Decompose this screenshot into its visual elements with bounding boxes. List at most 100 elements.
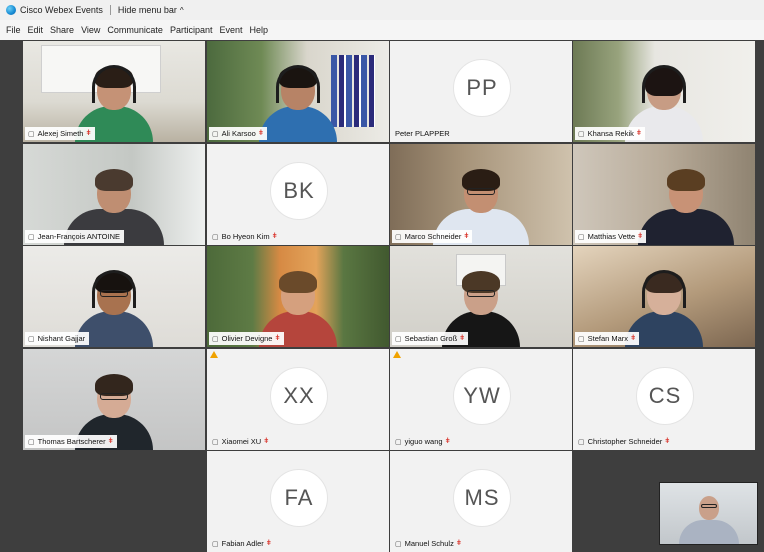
camera-icon: ▢ xyxy=(212,438,219,446)
participant-name: Matthias Vette xyxy=(587,232,636,241)
camera-icon: ▢ xyxy=(578,335,585,343)
camera-icon: ▢ xyxy=(578,438,585,446)
menu-communicate[interactable]: Communicate xyxy=(103,25,166,35)
initials-avatar: MS xyxy=(453,469,511,527)
participant-tile-yiguo-wang[interactable]: YW ▢ yiguo wang ǂ xyxy=(390,349,572,450)
warning-icon xyxy=(210,351,218,358)
app-title: Cisco Webex Events xyxy=(20,5,103,15)
mic-muted-icon: ǂ xyxy=(460,335,465,342)
camera-icon: ▢ xyxy=(212,130,219,138)
participant-tile-manuel-schulz[interactable]: MS ▢ Manuel Schulz ǂ xyxy=(390,451,572,552)
video-grid-stage: ▢ Alexej Simeth ǂ ▢ Ali Karsoo ǂ PP Pete… xyxy=(0,40,764,552)
participant-name: Stefan Marx xyxy=(587,334,629,343)
participant-name: Peter PLAPPER xyxy=(395,129,450,138)
name-label: ▢ Thomas Bartscherer ǂ xyxy=(25,435,117,448)
participant-name: Alexej Simeth xyxy=(37,129,84,138)
participant-name: Thomas Bartscherer xyxy=(37,437,106,446)
mic-muted-icon: ǂ xyxy=(258,130,263,137)
participant-tile-fabian-adler[interactable]: FA ▢ Fabian Adler ǂ xyxy=(207,451,389,552)
warning-icon xyxy=(393,351,401,358)
mic-muted-icon: ǂ xyxy=(456,540,461,547)
participant-tile-matthias-vette[interactable]: ▢ Matthias Vette ǂ xyxy=(573,144,755,245)
participant-tile-christopher-schneider[interactable]: CS ▢ Christopher Schneider ǂ xyxy=(573,349,755,450)
participant-name: Olivier Devigne xyxy=(221,334,273,343)
mic-muted-icon: ǂ xyxy=(86,130,91,137)
name-label: ▢ Jean-François ANTOINE xyxy=(25,230,125,243)
name-label: ▢ Olivier Devigne ǂ xyxy=(209,332,284,345)
name-label: Peter PLAPPER xyxy=(392,127,454,140)
name-label: ▢ Alexej Simeth ǂ xyxy=(25,127,95,140)
hide-menu-bar-label: Hide menu bar xyxy=(117,5,177,15)
participant-name: Ali Karsoo xyxy=(221,129,256,138)
camera-icon: ▢ xyxy=(212,335,219,343)
camera-icon: ▢ xyxy=(578,130,585,138)
participant-tile-sebastian-gross[interactable]: ▢ Sebastian Groß ǂ xyxy=(390,246,572,347)
participant-name: Khansa Rekik xyxy=(587,129,634,138)
participant-tile-bo-hyeon-kim[interactable]: BK ▢ Bo Hyeon Kim ǂ xyxy=(207,144,389,245)
hide-menu-bar-button[interactable]: Hide menu bar ^ xyxy=(118,5,184,15)
webex-logo-icon xyxy=(6,5,16,15)
mic-muted-icon: ǂ xyxy=(665,438,670,445)
caret-up-icon: ^ xyxy=(179,5,184,15)
menu-file[interactable]: File xyxy=(0,25,24,35)
participant-tile-marco-schneider[interactable]: ▢ Marco Schneider ǂ xyxy=(390,144,572,245)
name-label: ▢ Sebastian Groß ǂ xyxy=(392,332,469,345)
camera-icon: ▢ xyxy=(578,233,585,241)
initials-avatar: XX xyxy=(270,367,328,425)
participant-tile-ali-karsoo[interactable]: ▢ Ali Karsoo ǂ xyxy=(207,41,389,142)
mic-muted-icon: ǂ xyxy=(636,130,641,137)
participant-name: Bo Hyeon Kim xyxy=(221,232,270,241)
participant-name: Nishant Gajjar xyxy=(37,334,86,343)
menu-help[interactable]: Help xyxy=(246,25,272,35)
menu-participant[interactable]: Participant xyxy=(166,25,216,35)
name-label: ▢ Manuel Schulz ǂ xyxy=(392,537,465,550)
initials-avatar: CS xyxy=(636,367,694,425)
name-label: ▢ Fabian Adler ǂ xyxy=(209,537,275,550)
participant-tile-nishant-gajjar[interactable]: ▢ Nishant Gajjar xyxy=(23,246,205,347)
participant-tile-jean-francois-antoine[interactable]: ▢ Jean-François ANTOINE xyxy=(23,144,205,245)
participant-tile-olivier-devigne[interactable]: ▢ Olivier Devigne ǂ xyxy=(207,246,389,347)
participant-name: Jean-François ANTOINE xyxy=(37,232,121,241)
initials-avatar: FA xyxy=(270,469,328,527)
menu-bar: File Edit Share View Communicate Partici… xyxy=(0,20,764,40)
self-view-video[interactable] xyxy=(659,482,758,545)
mic-muted-icon: ǂ xyxy=(108,438,113,445)
title-divider xyxy=(109,5,111,15)
name-label: ▢ Xiaomei XU ǂ xyxy=(209,435,272,448)
name-label: ▢ Christopher Schneider ǂ xyxy=(575,435,673,448)
participant-tile-stefan-marx[interactable]: ▢ Stefan Marx ǂ xyxy=(573,246,755,347)
menu-edit[interactable]: Edit xyxy=(24,25,47,35)
participant-name: Sebastian Groß xyxy=(404,334,458,343)
participant-name: yiguo wang xyxy=(404,437,443,446)
camera-icon: ▢ xyxy=(395,233,402,241)
mic-muted-icon: ǂ xyxy=(275,335,280,342)
camera-icon: ▢ xyxy=(28,335,35,343)
participant-name: Xiaomei XU xyxy=(221,437,262,446)
participant-name: Fabian Adler xyxy=(221,539,264,548)
name-label: ▢ Stefan Marx ǂ xyxy=(575,332,640,345)
name-label: ▢ Khansa Rekik ǂ xyxy=(575,127,645,140)
participant-name: Christopher Schneider xyxy=(587,437,663,446)
mic-muted-icon: ǂ xyxy=(264,438,269,445)
camera-icon: ▢ xyxy=(395,335,402,343)
participant-tile-thomas-bartscherer[interactable]: ▢ Thomas Bartscherer ǂ xyxy=(23,349,205,450)
camera-icon: ▢ xyxy=(28,438,35,446)
initials-avatar: BK xyxy=(270,162,328,220)
participant-tile-alexej-simeth[interactable]: ▢ Alexej Simeth ǂ xyxy=(23,41,205,142)
participant-name: Manuel Schulz xyxy=(404,539,454,548)
participant-video xyxy=(637,163,734,245)
name-label: ▢ Nishant Gajjar xyxy=(25,332,90,345)
mic-muted-icon: ǂ xyxy=(638,233,643,240)
window-titlebar: Cisco Webex Events Hide menu bar ^ xyxy=(0,0,764,20)
participant-tile-peter-plapper[interactable]: PP Peter PLAPPER xyxy=(390,41,572,142)
menu-view[interactable]: View xyxy=(77,25,103,35)
participant-video xyxy=(259,60,337,142)
initials-avatar: YW xyxy=(453,367,511,425)
participant-tile-xiaomei-xu[interactable]: XX ▢ Xiaomei XU ǂ xyxy=(207,349,389,450)
name-label: ▢ yiguo wang ǂ xyxy=(392,435,454,448)
menu-share[interactable]: Share xyxy=(46,25,77,35)
participant-tile-khansa-rekik[interactable]: ▢ Khansa Rekik ǂ xyxy=(573,41,755,142)
mic-muted-icon: ǂ xyxy=(631,335,636,342)
camera-icon: ▢ xyxy=(395,438,402,446)
menu-event[interactable]: Event xyxy=(215,25,245,35)
